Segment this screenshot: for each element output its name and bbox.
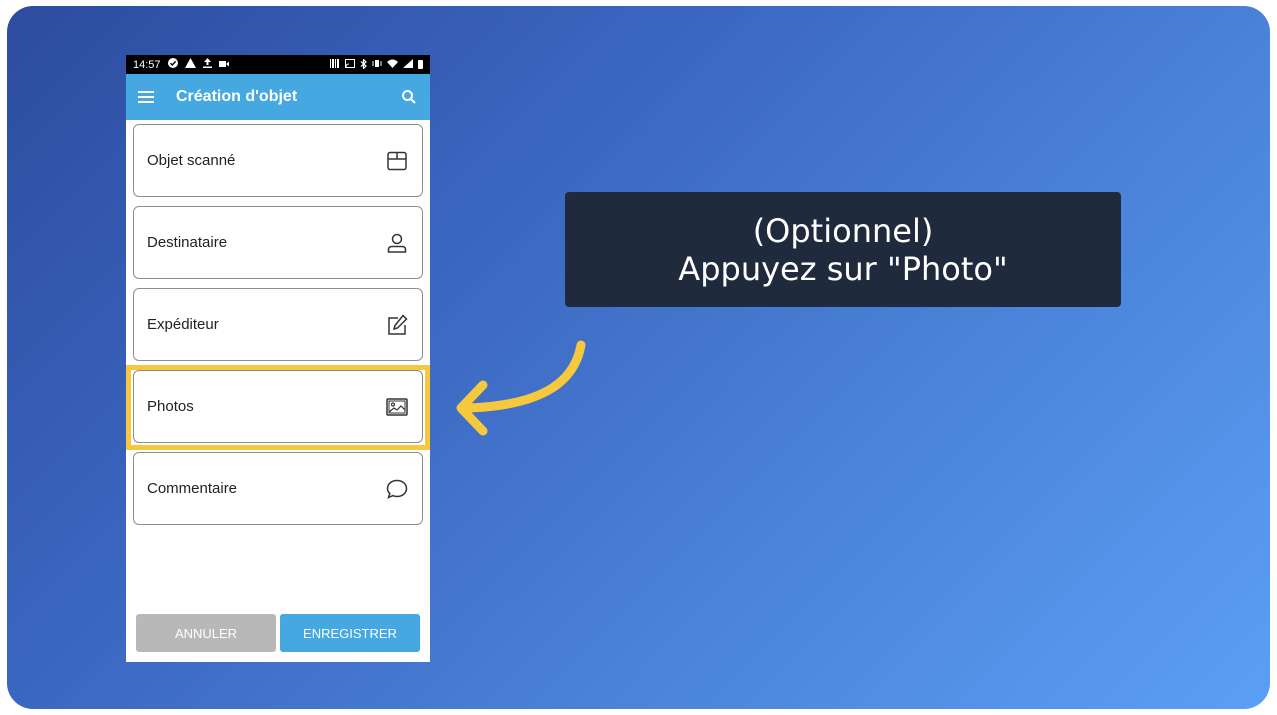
upload-icon	[202, 58, 212, 71]
comment-icon	[386, 479, 408, 499]
instruction-callout: (Optionnel) Appuyez sur "Photo"	[565, 192, 1121, 307]
battery-icon	[418, 60, 423, 69]
form-section-list: Objet scanné Destinataire Expéditeur Pho…	[126, 120, 430, 525]
callout-line-2: Appuyez sur "Photo"	[678, 249, 1008, 288]
save-button[interactable]: ENREGISTRER	[280, 614, 420, 652]
signal-icon	[403, 59, 413, 70]
card-label: Objet scanné	[147, 152, 236, 169]
status-time: 14:57	[133, 58, 161, 71]
photos-card[interactable]: Photos	[133, 370, 423, 443]
expediteur-card[interactable]: Expéditeur	[133, 288, 423, 361]
cast-icon	[345, 59, 355, 70]
card-label: Commentaire	[147, 480, 238, 497]
status-bar: 14:57	[126, 55, 430, 74]
wifi-icon	[387, 59, 398, 70]
warning-icon	[184, 58, 196, 71]
box-icon	[387, 151, 407, 170]
phone-screen: 14:57 Création d'objet Objet scanné Dest…	[126, 55, 430, 662]
cancel-button[interactable]: ANNULER	[136, 614, 276, 652]
bluetooth-icon	[360, 57, 367, 71]
video-icon	[218, 59, 229, 71]
callout-line-1: (Optionnel)	[752, 211, 934, 250]
card-label: Destinataire	[147, 234, 228, 251]
page-title: Création d'objet	[176, 88, 298, 105]
menu-icon[interactable]	[138, 91, 154, 103]
edit-icon	[388, 313, 408, 335]
person-icon	[387, 233, 407, 253]
image-icon	[386, 397, 408, 416]
curved-arrow-icon	[456, 340, 586, 436]
app-bar: Création d'objet	[126, 74, 430, 120]
objet-scanne-card[interactable]: Objet scanné	[133, 124, 423, 197]
search-icon[interactable]	[400, 88, 418, 106]
vibrate-icon	[372, 59, 382, 70]
commentaire-card[interactable]: Commentaire	[133, 452, 423, 525]
destinataire-card[interactable]: Destinataire	[133, 206, 423, 279]
barcode-icon	[330, 59, 340, 70]
check-icon	[167, 58, 178, 71]
card-label: Photos	[147, 398, 194, 415]
card-label: Expéditeur	[147, 316, 219, 333]
tutorial-background: 14:57 Création d'objet Objet scanné Dest…	[7, 6, 1270, 709]
action-buttons: ANNULER ENREGISTRER	[136, 614, 420, 652]
